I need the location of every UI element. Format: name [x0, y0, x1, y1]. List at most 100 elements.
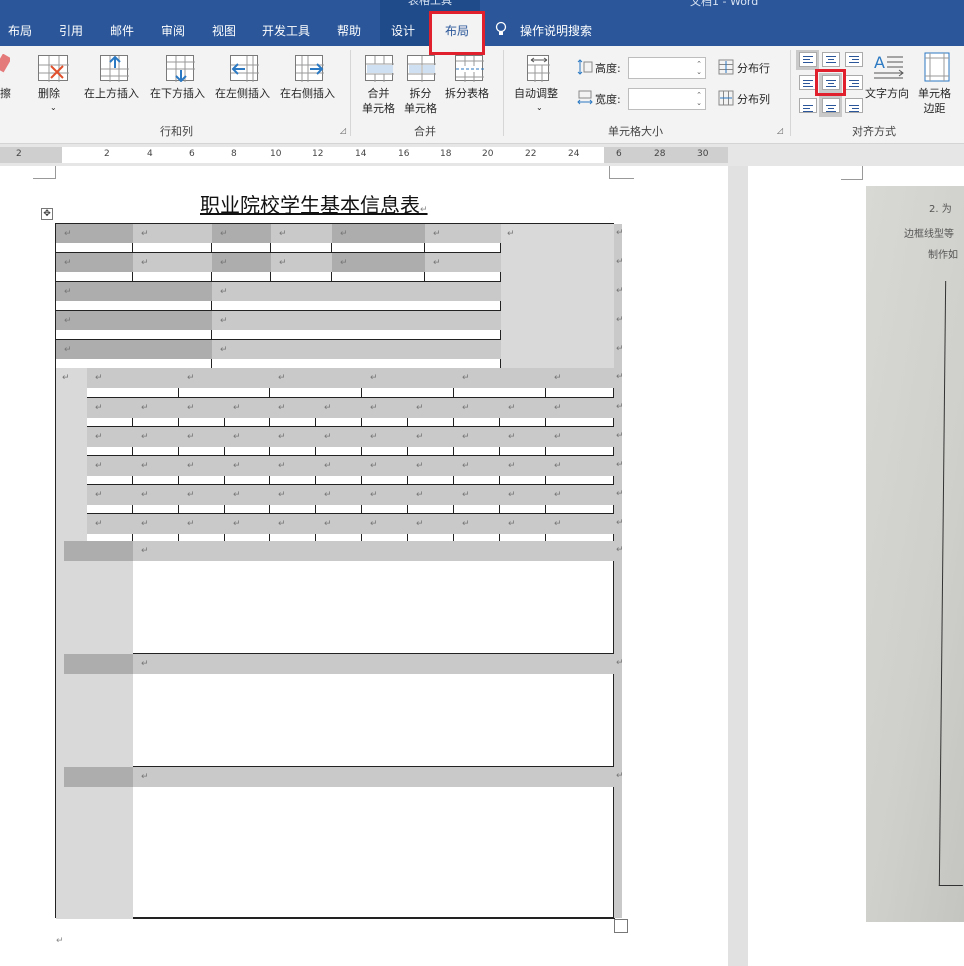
rows-columns-launcher-icon[interactable]: ◿	[340, 126, 346, 135]
align-top-right-icon[interactable]	[845, 52, 863, 67]
cell-size-launcher-icon[interactable]: ◿	[777, 126, 783, 135]
table-cell[interactable]: ↵	[179, 485, 225, 514]
table-cell[interactable]: ↵	[454, 514, 500, 543]
table-cell[interactable]: ↵	[454, 398, 500, 427]
table-cell[interactable]: ↵	[212, 224, 271, 253]
align-bottom-right-icon[interactable]	[845, 98, 863, 113]
table-cell[interactable]: ↵	[546, 398, 615, 427]
tell-me-search[interactable]: 操作说明搜索	[520, 22, 592, 39]
table-cell[interactable]: ↵	[408, 514, 454, 543]
table-cell[interactable]: ↵	[546, 427, 615, 456]
delete-dropdown-arrow[interactable]: ⌄	[50, 100, 57, 115]
table-cell[interactable]: ↵	[56, 340, 212, 369]
distribute-rows-button[interactable]: 分布行	[737, 61, 770, 76]
table-cell[interactable]: ↵	[316, 514, 362, 543]
table-cell[interactable]: ↵	[179, 514, 225, 543]
table-cell[interactable]: ↵	[133, 514, 179, 543]
page-2[interactable]: 2. 为 边框线型等 制作如	[748, 166, 964, 966]
table-cell[interactable]: ↵	[500, 514, 546, 543]
column-width-input[interactable]: ⌃ ⌄	[628, 88, 706, 110]
table-cell[interactable]: ↵	[546, 514, 615, 543]
document-title[interactable]: 职业院校学生基本信息表↵	[200, 189, 428, 218]
table-cell[interactable]: ↵	[500, 427, 546, 456]
align-top-center-icon[interactable]	[822, 52, 840, 67]
table-cell[interactable]: ↵	[270, 398, 316, 427]
table-cell[interactable]: ↵	[362, 514, 408, 543]
table-cell[interactable]: ↵	[212, 253, 271, 282]
page-1[interactable]: 职业院校学生基本信息表↵ ✥ ↵ ↵ ↵ ↵ ↵ ↵ ↵ ↵ ↵ ↵ ↵ ↵ ↵ ↵ ↵ ↵ ↵ ↵ ↵ ↵ ↵ ↵ ↵ ↵ ↵…	[0, 166, 728, 966]
horizontal-ruler[interactable]: 2 2 4 6 8 10 12 14 16 18 20 22 24 6 28 3…	[0, 144, 964, 166]
table-cell[interactable]: ↵	[56, 368, 87, 541]
table-cell[interactable]: ↵	[408, 398, 454, 427]
table-move-handle-icon[interactable]: ✥	[41, 208, 53, 220]
split-cells-button[interactable]: 拆分 单元格	[404, 86, 437, 116]
table-cell[interactable]: ↵	[362, 398, 408, 427]
table-cell[interactable]: ↵	[179, 427, 225, 456]
table-cell[interactable]: ↵	[362, 368, 454, 398]
table-cell[interactable]: ↵	[133, 541, 615, 654]
table-cell[interactable]: ↵	[546, 368, 615, 398]
table-cell[interactable]: ↵	[133, 398, 179, 427]
align-bottom-center-icon[interactable]	[822, 98, 840, 113]
split-table-button[interactable]: 拆分表格	[445, 86, 489, 101]
table-cell[interactable]: ↵	[501, 224, 615, 368]
table-cell[interactable]: ↵	[56, 224, 133, 253]
table-cell[interactable]: ↵	[500, 398, 546, 427]
table-resize-handle[interactable]	[614, 919, 628, 933]
student-info-table[interactable]: ↵ ↵ ↵ ↵ ↵ ↵ ↵ ↵ ↵ ↵ ↵ ↵ ↵ ↵ ↵ ↵ ↵ ↵ ↵ ↵ ↵ ↵ ↵ ↵ ↵ ↵ ↵ ↵ ↵ ↵ ↵ ↵ ↵ ↵ ↵ ↵ ↵ ↵ ↵ ↵…	[55, 223, 615, 919]
tab-view[interactable]: 视图	[212, 22, 236, 39]
table-cell[interactable]: ↵	[454, 427, 500, 456]
align-bottom-left-icon[interactable]	[799, 98, 817, 113]
insert-above-button[interactable]: 在上方插入	[84, 86, 139, 101]
table-cell[interactable]: ↵	[179, 456, 225, 485]
table-cell[interactable]: ↵	[500, 456, 546, 485]
height-spinner-icon[interactable]: ⌃ ⌄	[696, 60, 702, 76]
table-cell[interactable]: ↵	[133, 456, 179, 485]
eraser-button[interactable]: 擦	[0, 86, 11, 101]
tab-references[interactable]: 引用	[59, 22, 83, 39]
table-cell[interactable]: ↵	[270, 456, 316, 485]
row-height-input[interactable]: ⌃ ⌄	[628, 57, 706, 79]
table-cell[interactable]: ↵	[87, 427, 133, 456]
table-cell[interactable]: ↵	[225, 427, 270, 456]
table-cell[interactable]: ↵	[454, 456, 500, 485]
autofit-button[interactable]: 自动调整	[514, 86, 558, 101]
table-cell[interactable]: ↵	[454, 485, 500, 514]
insert-below-button[interactable]: 在下方插入	[150, 86, 205, 101]
table-cell[interactable]: ↵	[225, 514, 270, 543]
table-cell[interactable]: ↵	[87, 485, 133, 514]
table-cell[interactable]: ↵	[225, 485, 270, 514]
align-top-left-icon[interactable]	[799, 52, 817, 67]
width-spinner-icon[interactable]: ⌃ ⌄	[696, 91, 702, 107]
table-cell[interactable]: ↵	[316, 456, 362, 485]
table-cell[interactable]: ↵	[133, 253, 212, 282]
table-cell[interactable]: ↵	[270, 514, 316, 543]
table-cell[interactable]: ↵	[225, 398, 270, 427]
table-cell[interactable]: ↵	[56, 767, 133, 919]
table-cell[interactable]: ↵	[408, 456, 454, 485]
table-cell[interactable]: ↵	[316, 427, 362, 456]
table-cell[interactable]: ↵	[212, 282, 501, 311]
tab-developer[interactable]: 开发工具	[262, 22, 310, 39]
table-cell[interactable]: ↵	[271, 224, 332, 253]
tab-layout-page[interactable]: 布局	[8, 22, 32, 39]
table-cell[interactable]: ↵	[212, 340, 501, 369]
align-middle-right-icon[interactable]	[845, 75, 863, 90]
table-cell[interactable]: ↵	[179, 398, 225, 427]
table-cell[interactable]: ↵	[316, 485, 362, 514]
table-cell[interactable]: ↵	[270, 485, 316, 514]
document-area[interactable]: 职业院校学生基本信息表↵ ✥ ↵ ↵ ↵ ↵ ↵ ↵ ↵ ↵ ↵ ↵ ↵ ↵ ↵ ↵ ↵ ↵ ↵ ↵ ↵ ↵ ↵ ↵ ↵ ↵ ↵…	[0, 166, 964, 966]
table-cell[interactable]: ↵	[270, 427, 316, 456]
table-cell[interactable]: ↵	[56, 253, 133, 282]
table-cell[interactable]: ↵	[87, 456, 133, 485]
table-cell[interactable]: ↵	[133, 427, 179, 456]
table-cell[interactable]: ↵	[133, 224, 212, 253]
table-cell[interactable]: ↵	[87, 368, 179, 398]
text-direction-button[interactable]: 文字方向	[865, 86, 909, 101]
table-cell[interactable]: ↵	[316, 398, 362, 427]
table-cell[interactable]: ↵	[425, 224, 501, 253]
tab-mailings[interactable]: 邮件	[110, 22, 134, 39]
table-cell[interactable]: ↵	[408, 485, 454, 514]
table-cell[interactable]: ↵	[332, 224, 425, 253]
table-cell[interactable]: ↵	[56, 282, 212, 311]
